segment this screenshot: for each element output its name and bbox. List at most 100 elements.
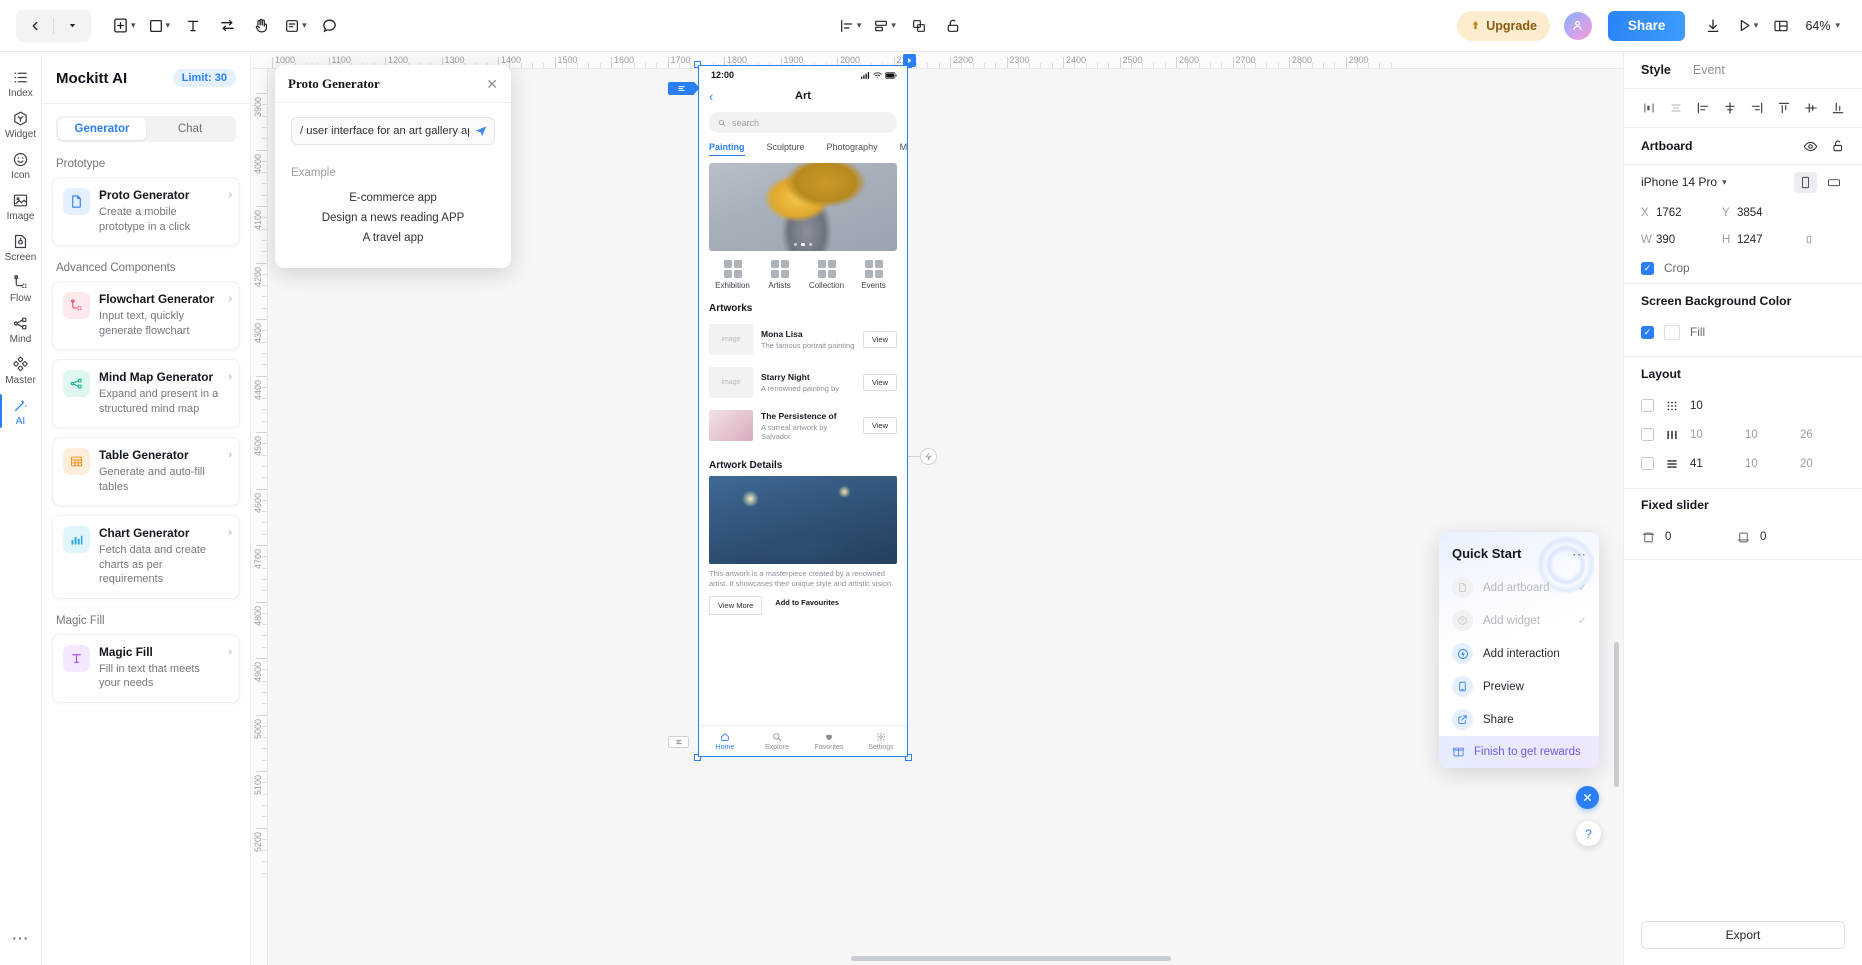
category-collection[interactable]: Collection bbox=[803, 260, 850, 290]
align-middle-button[interactable] bbox=[1801, 99, 1820, 118]
sticky-note-button[interactable]: ▾ bbox=[279, 10, 312, 42]
quick-start-item-add-widget[interactable]: Add widget ✓ bbox=[1439, 604, 1599, 637]
add-to-favourites-button[interactable]: Add to Favourites bbox=[775, 596, 839, 608]
fixed-bottom-value[interactable]: 0 bbox=[1760, 531, 1822, 543]
layout-rows-checkbox[interactable] bbox=[1641, 457, 1654, 470]
align-center-button[interactable] bbox=[1720, 99, 1739, 118]
list-item[interactable]: The Persistence of A surreal artwork by … bbox=[709, 404, 897, 447]
card-chart-generator[interactable]: Chart Generator Fetch data and create ch… bbox=[52, 515, 240, 599]
tab-event[interactable]: Event bbox=[1693, 63, 1725, 77]
align-vertical-center-button[interactable] bbox=[1639, 99, 1658, 118]
align-bottom-button[interactable] bbox=[1828, 99, 1847, 118]
add-frame-button[interactable]: ▾ bbox=[107, 10, 141, 42]
list-item[interactable]: image Mona Lisa The famous portrait pain… bbox=[709, 318, 897, 361]
list-item[interactable]: image Starry Night A renowned painting b… bbox=[709, 361, 897, 404]
align-right-button[interactable] bbox=[1747, 99, 1766, 118]
sidebar-item-icon[interactable]: Icon bbox=[0, 144, 42, 185]
view-button[interactable]: View bbox=[862, 374, 897, 391]
category-artists[interactable]: Artists bbox=[756, 260, 803, 290]
carousel-dot[interactable] bbox=[801, 242, 805, 246]
chevron-right-icon[interactable]: › bbox=[228, 371, 232, 383]
sidebar-more-button[interactable]: ⋯ bbox=[12, 929, 30, 949]
layout-rows-value-3[interactable]: 20 bbox=[1800, 458, 1844, 470]
category-events[interactable]: Events bbox=[850, 260, 897, 290]
quick-start-item-share[interactable]: Share bbox=[1439, 703, 1599, 736]
crop-checkbox[interactable] bbox=[1641, 261, 1654, 275]
layout-columns-value-2[interactable]: 10 bbox=[1745, 429, 1789, 441]
comment-button[interactable] bbox=[314, 10, 346, 42]
vertical-scrollbar[interactable] bbox=[1614, 642, 1619, 787]
device-selector[interactable]: iPhone 14 Pro ▾ bbox=[1641, 175, 1727, 189]
quick-start-footer[interactable]: Finish to get rewards bbox=[1439, 736, 1599, 768]
interaction-node[interactable] bbox=[920, 448, 937, 465]
artboard-container[interactable]: Artboard 12:00 bbox=[668, 54, 916, 761]
detail-image[interactable] bbox=[709, 476, 897, 564]
tab-mixed[interactable]: Mixed bbox=[900, 142, 907, 156]
lock-button[interactable] bbox=[937, 10, 969, 42]
phone-artboard[interactable]: 12:00 ‹ Art search Painting Sculpture Ph… bbox=[698, 65, 908, 757]
x-value[interactable]: 1762 bbox=[1656, 207, 1722, 219]
fixed-top-value[interactable]: 0 bbox=[1665, 531, 1727, 543]
artboard-tag[interactable] bbox=[668, 82, 700, 95]
artboard-bottom-tag[interactable] bbox=[668, 736, 689, 748]
quick-start-close-button[interactable] bbox=[1576, 786, 1599, 809]
horizontal-scrollbar[interactable] bbox=[851, 956, 1171, 961]
category-exhibition[interactable]: Exhibition bbox=[709, 260, 756, 290]
text-tool-button[interactable] bbox=[177, 10, 209, 42]
send-button[interactable] bbox=[472, 122, 490, 140]
align-button[interactable]: ▾ bbox=[834, 10, 867, 42]
prompt-input-wrap[interactable] bbox=[291, 117, 495, 145]
carousel-dot[interactable] bbox=[793, 242, 798, 246]
example-news-reading[interactable]: Design a news reading APP bbox=[291, 208, 495, 228]
fill-color-swatch[interactable] bbox=[1664, 324, 1680, 340]
layout-grid-value[interactable]: 10 bbox=[1690, 400, 1734, 412]
card-mindmap-generator[interactable]: Mind Map Generator Expand and present in… bbox=[52, 359, 240, 428]
sidebar-item-master[interactable]: Master bbox=[0, 349, 42, 390]
tab-style[interactable]: Style bbox=[1641, 63, 1671, 77]
tab-painting[interactable]: Painting bbox=[709, 142, 745, 156]
view-button[interactable]: View bbox=[862, 331, 897, 348]
tab-photography[interactable]: Photography bbox=[827, 142, 878, 156]
connector-button[interactable] bbox=[211, 10, 243, 42]
example-ecommerce[interactable]: E-commerce app bbox=[291, 188, 495, 208]
shape-caret-icon[interactable]: ▾ bbox=[166, 21, 171, 30]
back-button[interactable] bbox=[19, 10, 51, 42]
orientation-landscape-button[interactable] bbox=[1822, 172, 1845, 193]
more-dots-icon[interactable]: ⋯ bbox=[1572, 547, 1587, 561]
prompt-input[interactable] bbox=[300, 125, 469, 137]
help-button[interactable]: ? bbox=[1576, 821, 1601, 846]
quick-start-item-preview[interactable]: Preview bbox=[1439, 670, 1599, 703]
example-travel[interactable]: A travel app bbox=[291, 228, 495, 248]
distribute-button[interactable]: ▾ bbox=[868, 10, 901, 42]
layout-panel-button[interactable] bbox=[1765, 10, 1797, 42]
search-input[interactable]: search bbox=[709, 112, 897, 133]
hand-tool-button[interactable] bbox=[245, 10, 277, 42]
sidebar-item-flow[interactable]: Flow bbox=[0, 267, 42, 308]
fill-checkbox[interactable] bbox=[1641, 325, 1654, 339]
preview-button[interactable]: ▾ bbox=[1731, 10, 1763, 42]
sidebar-item-widget[interactable]: Widget bbox=[0, 103, 42, 144]
layout-columns-checkbox[interactable] bbox=[1641, 428, 1654, 441]
export-button[interactable]: Export bbox=[1641, 921, 1845, 949]
lock-toggle[interactable] bbox=[1831, 139, 1845, 154]
download-button[interactable] bbox=[1697, 10, 1729, 42]
aspect-ratio-lock-button[interactable] bbox=[1803, 233, 1815, 246]
hero-carousel-image[interactable] bbox=[709, 163, 897, 251]
note-caret-icon[interactable]: ▾ bbox=[302, 21, 307, 30]
bottom-nav-favorites[interactable]: Favorites bbox=[803, 732, 855, 751]
layout-rows-value-1[interactable]: 41 bbox=[1690, 458, 1734, 470]
card-magic-fill[interactable]: Magic Fill Fill in text that meets your … bbox=[52, 633, 240, 703]
zoom-control[interactable]: 64% ▾ bbox=[1799, 19, 1846, 33]
share-button[interactable]: Share bbox=[1607, 10, 1686, 41]
bottom-nav-settings[interactable]: Settings bbox=[855, 732, 907, 751]
orientation-portrait-button[interactable] bbox=[1794, 171, 1817, 193]
layout-grid-checkbox[interactable] bbox=[1641, 399, 1654, 412]
quick-start-item-add-interaction[interactable]: Add interaction bbox=[1439, 637, 1599, 670]
visibility-toggle[interactable] bbox=[1803, 139, 1818, 154]
bottom-nav-home[interactable]: Home bbox=[699, 732, 751, 751]
chevron-right-icon[interactable]: › bbox=[228, 449, 232, 461]
quick-start-item-add-artboard[interactable]: Add artboard ✓ bbox=[1439, 571, 1599, 604]
carousel-dot[interactable] bbox=[808, 242, 813, 246]
history-dropdown-button[interactable] bbox=[56, 10, 88, 42]
layout-columns-value-1[interactable]: 10 bbox=[1690, 429, 1734, 441]
